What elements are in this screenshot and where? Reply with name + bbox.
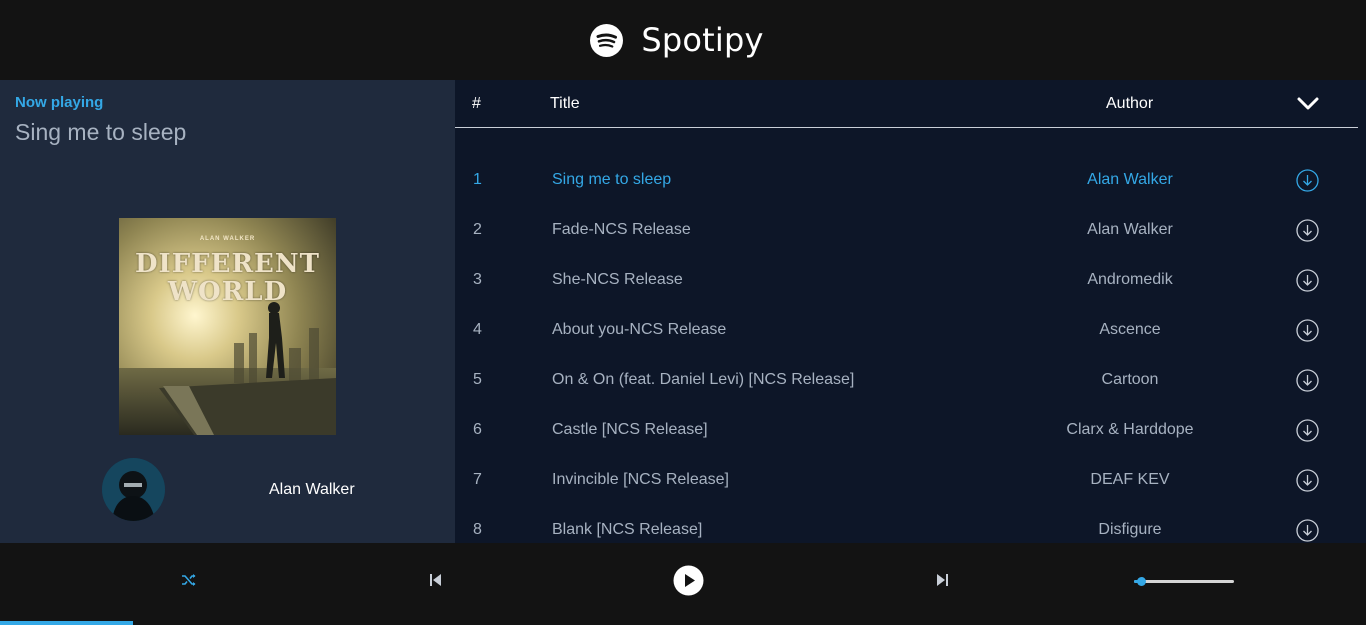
track-author: Alan Walker [1087,221,1173,238]
download-icon[interactable] [1296,319,1319,342]
track-title[interactable]: About you-NCS Release [552,320,726,340]
track-title[interactable]: Sing me to sleep [552,170,671,190]
artist-name: Alan Walker [269,481,355,498]
header-divider [455,127,1358,128]
cover-title-line1: DIFFERENT [135,249,320,279]
track-row[interactable]: 3 She-NCS Release Andromedik [455,269,1358,320]
track-title[interactable]: She-NCS Release [552,270,683,290]
app-title: Spotipy [641,21,764,59]
skip-previous-icon[interactable] [429,573,443,587]
track-author: Andromedik [1087,271,1173,288]
app-header: Spotipy [0,0,1366,80]
download-icon[interactable] [1296,269,1319,292]
column-header-title[interactable]: Title [550,95,580,113]
track-list-panel: # Title Author 1 Sing me to sleep Alan Wal… [455,80,1366,543]
track-number: 8 [473,521,482,538]
track-number: 4 [473,321,482,338]
track-number: 6 [473,421,482,438]
download-icon[interactable] [1296,469,1319,492]
track-author: Disfigure [1098,521,1162,538]
chevron-down-icon[interactable] [1295,94,1321,114]
track-number: 2 [473,221,482,238]
cover-brand-text: ALAN WALKER [199,236,256,242]
track-row[interactable]: 7 Invincible [NCS Release] DEAF KEV [455,469,1358,520]
track-author: Clarx & Harddope [1066,421,1194,438]
track-row[interactable]: 2 Fade-NCS Release Alan Walker [455,219,1358,270]
track-number: 7 [473,471,482,488]
column-header-author[interactable]: Author [1106,95,1153,113]
track-author: Ascence [1099,321,1161,338]
volume-knob[interactable] [1137,577,1146,586]
track-title[interactable]: Fade-NCS Release [552,220,691,240]
track-row[interactable]: 4 About you-NCS Release Ascence [455,319,1358,370]
track-author: Cartoon [1101,371,1159,388]
track-row[interactable]: 8 Blank [NCS Release] Disfigure [455,519,1358,543]
brand: Spotipy [590,21,763,59]
column-header-number: # [472,95,481,112]
album-cover: ALAN WALKER DIFFERENT WORLD [119,218,336,435]
track-number: 3 [473,271,482,288]
download-icon[interactable] [1296,369,1319,392]
spotify-logo-icon [590,23,624,57]
track-title[interactable]: Invincible [NCS Release] [552,470,729,490]
track-progress-bar[interactable] [0,621,133,625]
cover-title: DIFFERENT WORLD [119,250,336,306]
track-number: 1 [473,171,482,188]
artist-avatar [102,458,165,521]
track-row[interactable]: 6 Castle [NCS Release] Clarx & Harddope [455,419,1358,470]
download-icon[interactable] [1296,169,1319,192]
now-playing-title: Sing me to sleep [15,119,187,145]
player-bar [0,543,1366,625]
volume-track [1134,580,1234,583]
track-title[interactable]: Blank [NCS Release] [552,520,702,540]
shuffle-icon[interactable] [181,572,197,588]
track-author: DEAF KEV [1090,471,1170,488]
track-row[interactable]: 1 Sing me to sleep Alan Walker [455,169,1358,220]
download-icon[interactable] [1296,419,1319,442]
volume-slider[interactable] [1134,577,1234,586]
track-title[interactable]: Castle [NCS Release] [552,420,708,440]
cover-title-line2: WORLD [167,277,288,307]
skip-next-icon[interactable] [935,573,949,587]
now-playing-label: Now playing [15,94,104,111]
download-icon[interactable] [1296,219,1319,242]
now-playing-panel: Now playing Sing me to sleep ALAN WALKER… [0,80,455,543]
track-title[interactable]: On & On (feat. Daniel Levi) [NCS Release… [552,370,854,390]
track-number: 5 [473,371,482,388]
download-icon[interactable] [1296,519,1319,542]
track-author: Alan Walker [1087,171,1173,188]
track-row[interactable]: 5 On & On (feat. Daniel Levi) [NCS Releas… [455,369,1358,420]
play-icon[interactable] [673,565,704,596]
